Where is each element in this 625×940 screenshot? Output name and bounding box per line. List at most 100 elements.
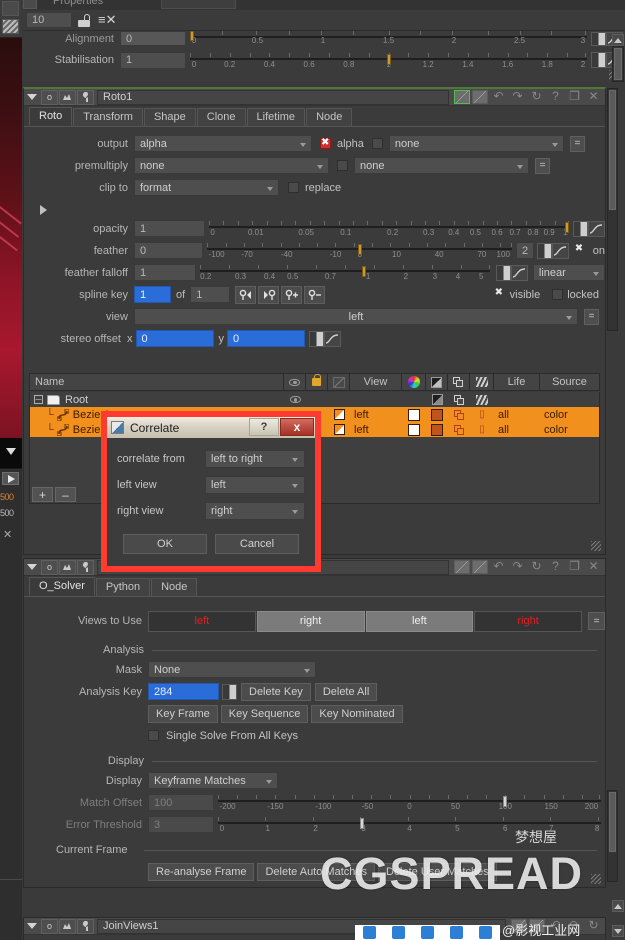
tab-o-solver[interactable]: O_Solver [29,577,95,596]
row-life[interactable]: all [494,409,540,421]
bottom-scroll-down-button[interactable] [612,925,624,937]
solver-resize-grip[interactable] [591,874,601,884]
expand-icon[interactable]: ─ [34,395,43,404]
premultiply-expression-button[interactable]: = [535,157,550,174]
feather-on-checkbox[interactable] [575,243,586,256]
premultiply-channel-checkbox[interactable] [337,160,348,171]
solver-redo-icon[interactable]: ↷ [509,560,526,574]
solver-disable-swatch-icon[interactable] [472,560,488,574]
feather-slider[interactable]: -100-70-40 -10010 4070100 [207,242,513,259]
tab-solver-node[interactable]: Node [151,578,198,596]
solver-scrollbar[interactable] [607,790,618,882]
row-view[interactable]: left [350,424,402,436]
right-view-select[interactable]: right [205,502,305,520]
opacity-field[interactable]: 1 [134,220,205,237]
remove-key-button[interactable] [304,285,326,304]
roto-extra-expander-arrow[interactable] [40,205,47,215]
views-expression-button[interactable]: = [588,612,605,630]
premultiply-select[interactable]: none [134,157,329,174]
solver-help-icon[interactable]: ? [547,560,564,574]
alpha-channel-select[interactable]: none [388,135,564,152]
viewer-layers-icon[interactable] [2,1,19,16]
delete-key-button[interactable]: Delete Key [241,682,311,701]
solver-mask-icon[interactable] [59,559,76,575]
viewer-checker-icon[interactable] [2,19,19,34]
roto-disable-swatch-icon[interactable] [472,90,488,104]
bottom-scroll-up-button[interactable] [612,900,624,912]
correlate-close-button[interactable]: x [280,418,314,436]
correlate-dialog-titlebar[interactable]: Correlate ? x [107,417,315,438]
solver-undo-icon[interactable]: ↶ [490,560,507,574]
roto-wrench-icon[interactable] [77,89,94,105]
roto-revert-icon[interactable]: ↻ [528,90,545,104]
column-life[interactable]: Life [494,374,540,390]
correlate-from-select[interactable]: left to right [205,450,305,468]
property-count-field[interactable]: 10 [26,12,72,28]
solver-close-icon[interactable]: ✕ [585,560,602,574]
delete-user-matches-button[interactable]: Delete User Matches [378,862,497,881]
column-clone-icon[interactable] [448,374,470,390]
roto-node-name-field[interactable]: Roto1 [97,89,449,105]
view-button-left-2[interactable]: left [365,610,474,632]
alignment-field[interactable]: 0 [120,31,186,46]
add-layer-button[interactable]: + [32,487,53,502]
column-source[interactable]: Source [540,374,599,390]
column-lock-icon[interactable] [306,374,328,390]
properties-menu-button[interactable] [23,0,37,9]
locked-checkbox[interactable] [552,289,564,300]
remove-layer-button[interactable]: – [55,487,76,502]
view-select[interactable]: left [134,308,578,325]
alpha-channel-checkbox[interactable] [371,138,383,149]
column-name[interactable]: Name [30,374,284,390]
top-scrollbar[interactable] [612,46,624,82]
feather-extra-field[interactable]: 2 [516,242,534,259]
column-blur-icon[interactable] [470,374,494,390]
roto-redo-icon[interactable]: ↷ [509,90,526,104]
tab-lifetime[interactable]: Lifetime [246,108,306,126]
joinviews-undo-icon[interactable]: ↶ [547,919,564,933]
feather-falloff-slider[interactable]: 0.2 0.3 0.4 0.5 0.7 1 2345 [199,264,490,281]
column-eye-icon[interactable] [284,374,306,390]
feather-field[interactable]: 0 [134,242,204,259]
joinviews-o-badge-icon[interactable]: o [41,918,58,934]
mask-select[interactable]: None [148,661,316,678]
feather-falloff-field[interactable]: 1 [134,264,196,281]
stabilisation-slider[interactable]: 00.20.4 0.60.81 1.21.41.6 1.82 [190,52,587,69]
stereo-x-field[interactable]: 0 [135,330,214,347]
output-expression-button[interactable]: = [569,135,585,152]
key-frame-button[interactable]: Key Frame [148,704,218,723]
tab-roto[interactable]: Roto [29,107,73,126]
spline-key-total-field[interactable]: 1 [190,286,231,303]
roto-mask-icon[interactable] [59,89,76,105]
column-colorwheel-icon[interactable] [402,374,426,390]
column-invert-icon[interactable] [426,374,448,390]
opacity-slider[interactable]: 00.010.05 0.10.20.3 0.40.50.6 0.70.80.91 [209,220,569,237]
tab-node[interactable]: Node [306,108,353,126]
solver-enable-swatch-icon[interactable] [454,560,470,574]
spline-key-field[interactable]: 1 [134,286,171,303]
replace-checkbox[interactable] [288,182,299,193]
solver-collapse-arrow[interactable] [24,560,40,575]
tab-python[interactable]: Python [95,578,151,596]
play-button[interactable] [2,472,19,485]
solver-wrench-icon[interactable] [77,559,94,575]
roto-help-icon[interactable]: ? [547,90,564,104]
delete-auto-matches-button[interactable]: Delete Auto Matches [257,862,375,881]
display-select[interactable]: Keyframe Matches [148,772,278,789]
joinviews-collapse-arrow[interactable] [24,919,40,934]
column-mask-icon[interactable] [328,374,350,390]
roto-collapse-arrow[interactable] [24,90,40,105]
column-view[interactable]: View [350,374,402,390]
solver-float-icon[interactable]: ❐ [566,560,583,574]
delete-all-button[interactable]: Delete All [314,682,378,701]
clipto-select[interactable]: format [134,179,279,196]
joinviews-enable-swatch-icon[interactable] [511,919,527,933]
key-sequence-button[interactable]: Key Sequence [220,704,309,723]
row-source[interactable]: color [540,424,599,436]
premultiply-channel-select[interactable]: none [354,157,529,174]
viewer-image[interactable] [0,38,22,438]
prev-key-button[interactable] [235,285,257,304]
reanalyse-frame-button[interactable]: Re-analyse Frame [148,862,255,881]
solver-revert-icon[interactable]: ↻ [528,560,545,574]
alpha-checkbox[interactable] [320,137,331,149]
